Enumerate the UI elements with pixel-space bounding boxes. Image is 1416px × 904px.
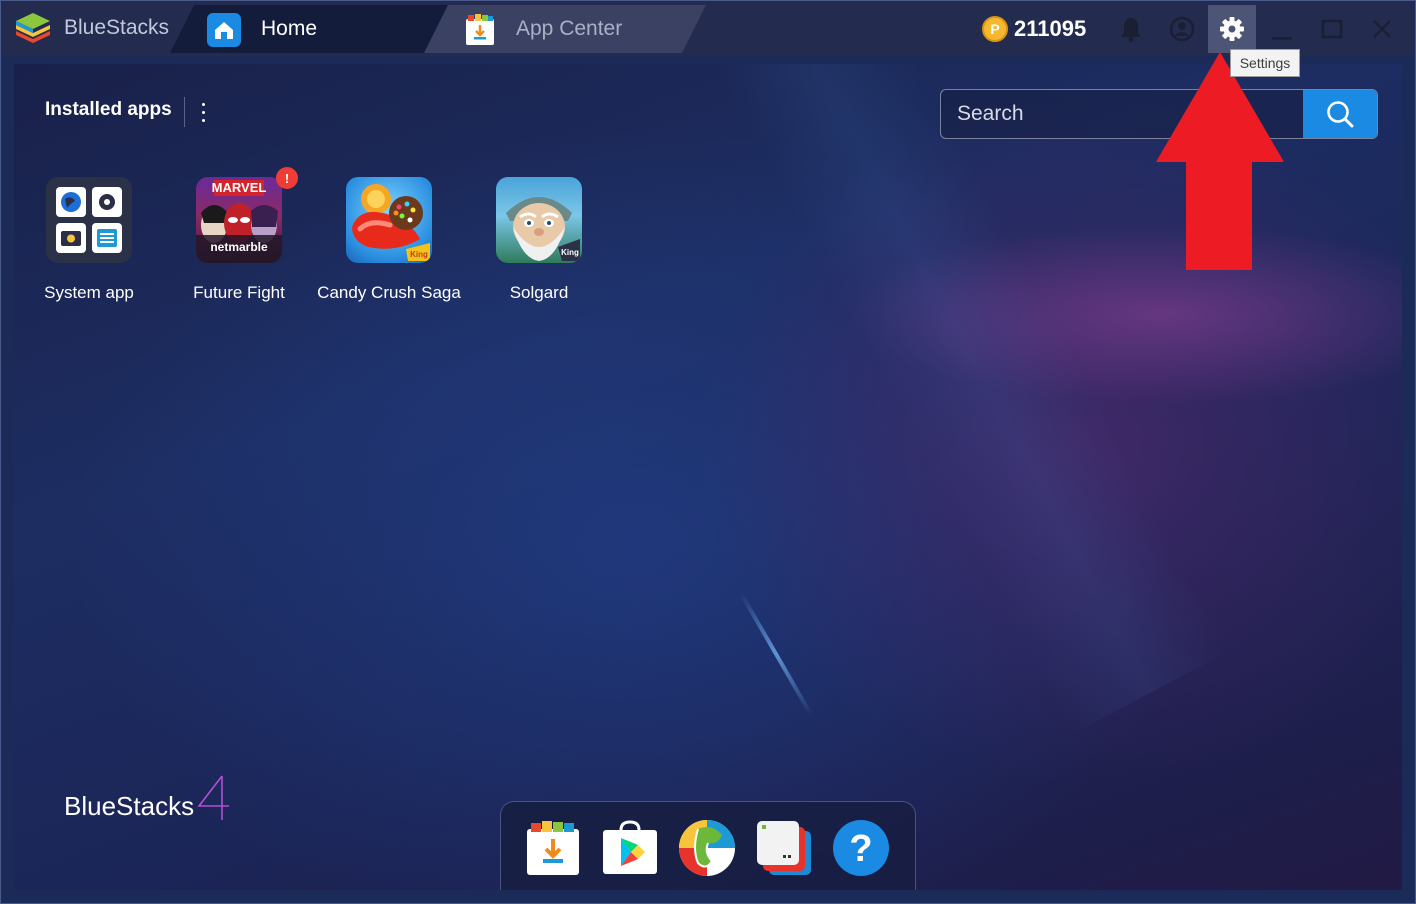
play-store-icon xyxy=(603,820,657,874)
brand-name: BlueStacks xyxy=(64,16,170,39)
version-4-mark: 4 xyxy=(197,775,230,820)
dock-help[interactable]: ? xyxy=(831,818,891,878)
svg-text:King: King xyxy=(561,248,579,257)
settings-tooltip: Settings xyxy=(1230,49,1300,77)
tab-home-label: Home xyxy=(261,17,318,40)
user-icon xyxy=(1169,16,1195,42)
more-options-icon[interactable] xyxy=(198,100,208,124)
gear-icon xyxy=(1220,17,1244,41)
app-label: Solgard xyxy=(509,283,569,302)
title-bar: BlueStacks Home App Center P 211095 xyxy=(0,0,1416,56)
app-solgard[interactable]: King Solgard xyxy=(464,177,614,304)
dock-play-store[interactable] xyxy=(600,818,660,878)
app-system-app[interactable]: System app xyxy=(14,177,164,304)
multi-instance-icon xyxy=(757,821,811,875)
dock-multi-instance[interactable] xyxy=(754,818,814,878)
background-light-streak xyxy=(739,592,813,716)
notifications-button[interactable] xyxy=(1107,5,1155,53)
candy-crush-icon: King xyxy=(346,177,432,263)
dock-app-center[interactable] xyxy=(523,818,583,878)
coin-count: 211095 xyxy=(1014,16,1087,41)
coin-balance[interactable]: P 211095 xyxy=(982,14,1086,44)
update-badge: ! xyxy=(276,167,298,189)
bell-icon xyxy=(1121,18,1141,42)
brand: BlueStacks xyxy=(14,10,169,46)
section-divider xyxy=(184,97,185,127)
app-center-icon xyxy=(527,821,579,875)
tab-home[interactable]: Home xyxy=(170,5,452,53)
close-button[interactable] xyxy=(1358,5,1406,53)
system-app-icon xyxy=(46,177,132,263)
solgard-icon: King xyxy=(496,177,582,263)
background-streak xyxy=(714,64,1230,736)
bluestacks-logo-icon xyxy=(16,13,50,43)
app-label: Future Fight xyxy=(193,283,285,302)
coin-icon: P xyxy=(982,16,1008,42)
minimize-icon xyxy=(1272,37,1292,40)
future-fight-icon: MARVEL netmarble xyxy=(196,177,282,263)
home-icon xyxy=(207,13,241,47)
svg-text:King: King xyxy=(410,250,428,259)
tab-app-center-label: App Center xyxy=(516,17,623,40)
svg-text:MARVEL: MARVEL xyxy=(212,180,267,195)
red-arrow-annotation xyxy=(1156,52,1284,270)
search-button[interactable] xyxy=(1303,90,1377,138)
app-center-tab-icon xyxy=(464,13,496,47)
section-title: Installed apps xyxy=(45,99,172,120)
svg-text:4: 4 xyxy=(208,817,210,819)
svg-text:?: ? xyxy=(849,828,872,870)
minimize-button[interactable] xyxy=(1258,5,1306,53)
dock-bar: ? xyxy=(500,801,916,890)
app-future-fight[interactable]: MARVEL netmarble Future Fight xyxy=(164,177,314,304)
globe-icon xyxy=(679,820,735,876)
watermark-text: BlueStacks xyxy=(64,791,195,821)
bluestacks-watermark: BlueStacks 4 xyxy=(64,774,232,822)
dock-browser[interactable] xyxy=(677,818,737,878)
app-label: System app xyxy=(44,283,134,302)
tab-app-center[interactable]: App Center xyxy=(424,5,706,53)
settings-button[interactable] xyxy=(1208,5,1256,53)
maximize-button[interactable] xyxy=(1308,5,1356,53)
app-candy-crush-saga[interactable]: King Candy Crush Saga xyxy=(314,177,464,304)
svg-text:netmarble: netmarble xyxy=(210,240,268,254)
close-icon xyxy=(1373,20,1391,38)
maximize-icon xyxy=(1321,19,1343,39)
account-button[interactable] xyxy=(1158,5,1206,53)
app-label: Candy Crush Saga xyxy=(317,283,461,302)
help-icon: ? xyxy=(833,820,889,876)
search-icon xyxy=(1327,101,1354,128)
